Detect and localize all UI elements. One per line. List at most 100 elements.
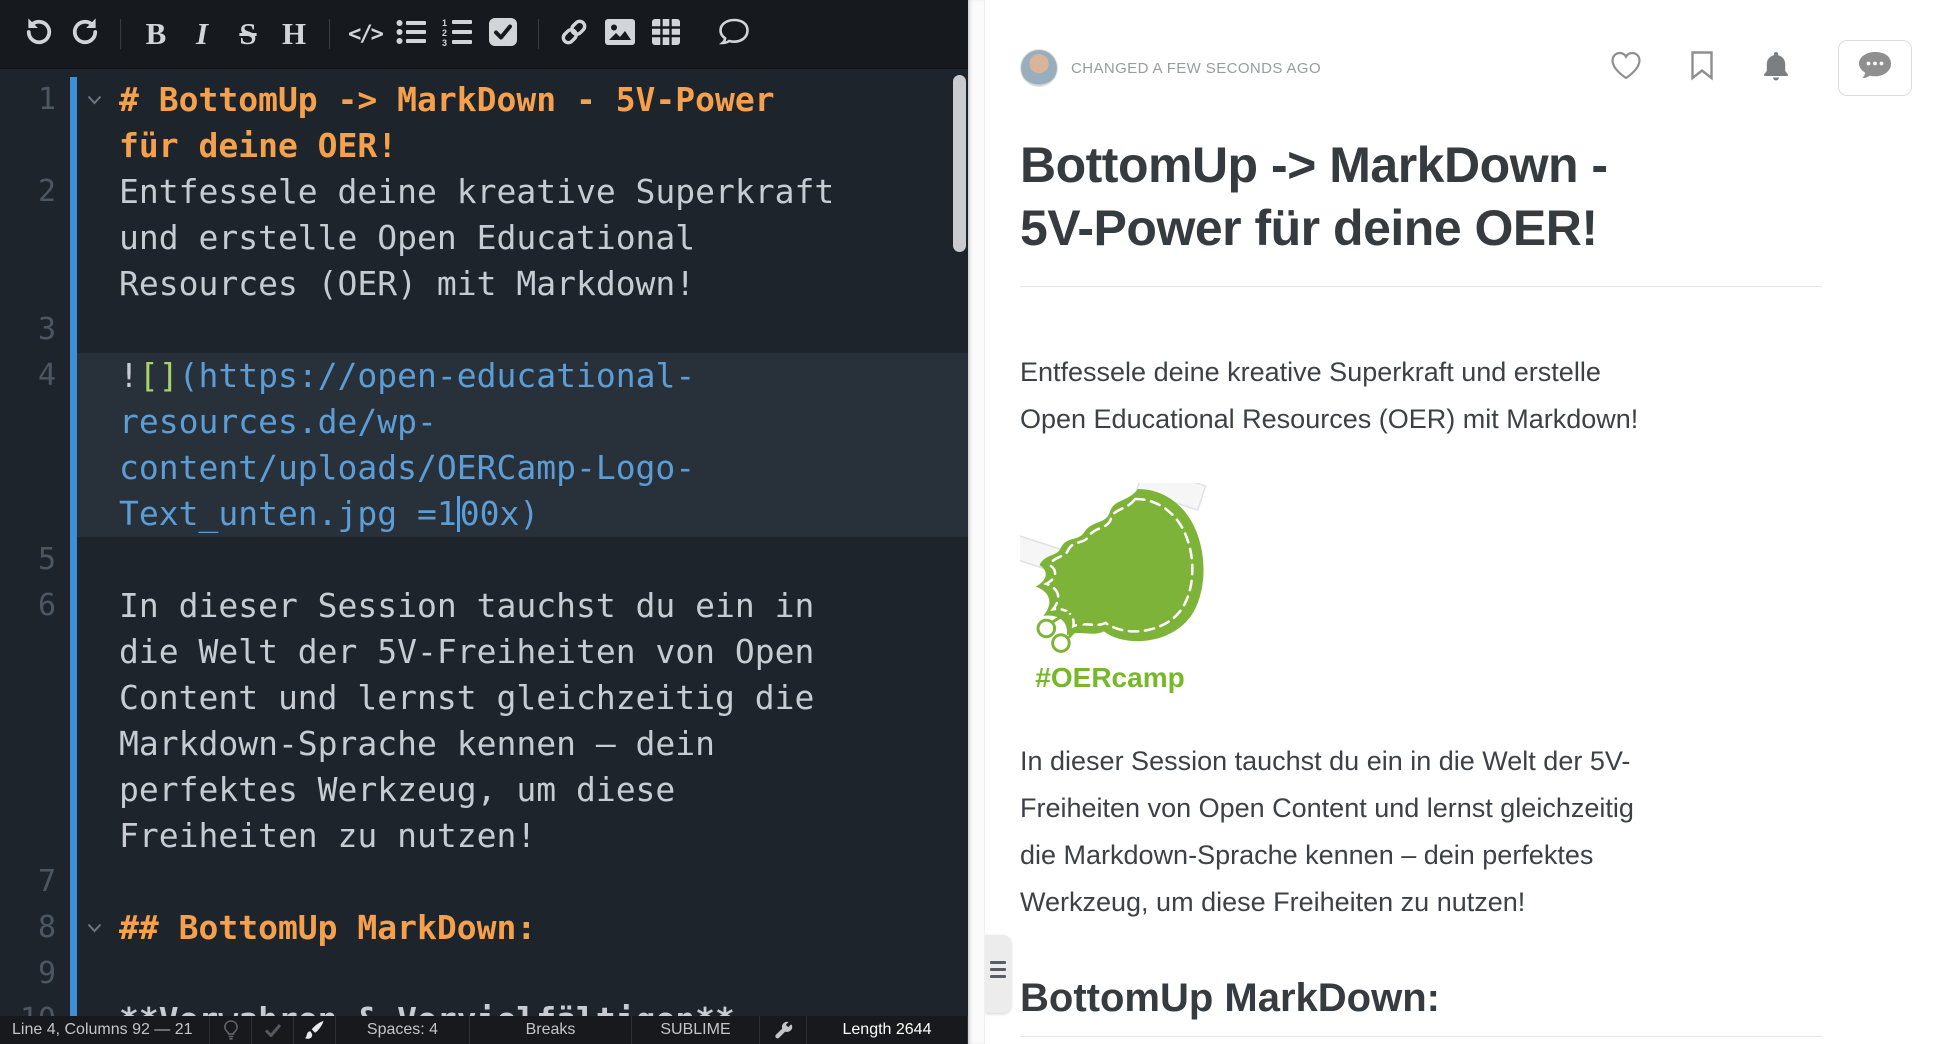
editor-line-8[interactable]: 8 ## BottomUp MarkDown: [0, 905, 968, 951]
bookmark-button[interactable] [1690, 50, 1714, 86]
editor-line-6-wrap0[interactable]: 6In dieser Session tauchst du ein in [0, 583, 968, 629]
heading-button[interactable]: H [271, 10, 317, 58]
notifications-button[interactable] [1762, 50, 1790, 86]
fold-chevron-icon[interactable] [77, 77, 111, 123]
line-number[interactable]: 1 [0, 77, 70, 123]
gutter-change-bar [70, 445, 77, 491]
editor-text: für deine OER! [111, 123, 968, 169]
line-number[interactable] [0, 813, 70, 859]
editor-line-2-wrap1[interactable]: und erstelle Open Educational [0, 215, 968, 261]
editor-line-1-wrap1[interactable]: für deine OER! [0, 123, 968, 169]
toolbar-separator [120, 19, 121, 49]
author-avatar[interactable] [1020, 49, 1058, 87]
comment-button[interactable] [711, 10, 757, 58]
comment-icon [719, 18, 749, 51]
status-lightbulb-icon[interactable] [210, 1016, 252, 1044]
editor-line-6-wrap1[interactable]: die Welt der 5V-Freiheiten von Open [0, 629, 968, 675]
line-number[interactable]: 7 [0, 859, 70, 905]
code-segment: # BottomUp -> MarkDown - 5V-Power [119, 80, 775, 119]
status-spaces-4[interactable]: Spaces: 4 [336, 1016, 470, 1044]
line-number[interactable]: 3 [0, 307, 70, 353]
unordered-list-button[interactable] [388, 10, 434, 58]
editor-code-area[interactable]: 1 # BottomUp -> MarkDown - 5V-Power für de… [0, 69, 968, 1016]
editor-line-5[interactable]: 5 [0, 537, 968, 583]
toc-toggle-handle[interactable] [985, 935, 1011, 1013]
line-number[interactable]: 10 [0, 997, 70, 1016]
code-button[interactable]: </> [342, 10, 388, 58]
line-number[interactable] [0, 629, 70, 675]
code-segment: 00x) [460, 494, 539, 533]
editor-line-4-wrap2[interactable]: content/uploads/OERCamp-Logo- [0, 445, 968, 491]
gutter-change-bar [70, 813, 77, 859]
editor-line-9[interactable]: 9 [0, 951, 968, 997]
code-segment: für deine OER! [119, 126, 397, 165]
line-number[interactable] [0, 767, 70, 813]
line-number[interactable]: 4 [0, 353, 70, 399]
editor-scrollbar-thumb[interactable] [953, 75, 966, 252]
table-icon [652, 19, 680, 50]
editor-line-6-wrap3[interactable]: Markdown-Sprache kennen – dein [0, 721, 968, 767]
undo-button[interactable] [16, 10, 62, 58]
line-number[interactable] [0, 445, 70, 491]
editor-text: perfektes Werkzeug, um diese [111, 767, 968, 813]
gutter-change-bar [70, 629, 77, 675]
editor-text: und erstelle Open Educational [111, 215, 968, 261]
pane-resize-divider[interactable] [968, 0, 985, 1044]
line-number[interactable] [0, 215, 70, 261]
fold-chevron-icon[interactable] [77, 905, 111, 951]
editor-line-6-wrap5[interactable]: Freiheiten zu nutzen! [0, 813, 968, 859]
status-length-2644[interactable]: Length 2644 [807, 1016, 968, 1044]
code-segment: Content und lernst gleichzeitig die [119, 678, 814, 717]
status-breaks[interactable]: Breaks [470, 1016, 632, 1044]
fold-gutter [77, 997, 111, 1016]
editor-line-4-wrap0[interactable]: 4 ![](https://open-educational- [0, 353, 968, 399]
redo-button[interactable] [62, 10, 108, 58]
line-number[interactable]: 8 [0, 905, 70, 951]
status-wrench-icon[interactable] [760, 1016, 807, 1044]
gutter-change-bar [70, 721, 77, 767]
preview-pane: CHANGED A FEW SECONDS AGO [985, 0, 1938, 1044]
fold-gutter [77, 123, 111, 169]
line-number[interactable] [0, 123, 70, 169]
editor-line-6-wrap2[interactable]: Content und lernst gleichzeitig die [0, 675, 968, 721]
editor-line-3[interactable]: 3 [0, 307, 968, 353]
line-number[interactable] [0, 261, 70, 307]
image-button[interactable] [597, 10, 643, 58]
editor-text: ![](https://open-educational- [111, 353, 968, 399]
line-number[interactable] [0, 721, 70, 767]
editor-line-4-wrap3[interactable]: Text_unten.jpg =100x) [0, 491, 968, 537]
table-button[interactable] [643, 10, 689, 58]
line-number[interactable]: 2 [0, 169, 70, 215]
bold-icon: B [146, 16, 167, 52]
italic-button[interactable]: I [179, 10, 225, 58]
status-check-icon[interactable] [252, 1016, 294, 1044]
editor-line-4-wrap1[interactable]: resources.de/wp- [0, 399, 968, 445]
strikethrough-button[interactable]: S [225, 10, 271, 58]
fold-gutter [77, 583, 111, 629]
link-button[interactable] [551, 10, 597, 58]
editor-line-2-wrap0[interactable]: 2Entfessele deine kreative Superkraft [0, 169, 968, 215]
line-number[interactable] [0, 399, 70, 445]
editor-line-2-wrap2[interactable]: Resources (OER) mit Markdown! [0, 261, 968, 307]
task-list-button[interactable] [480, 10, 526, 58]
line-number[interactable]: 5 [0, 537, 70, 583]
editor-line-7[interactable]: 7 [0, 859, 968, 905]
editor-line-1-wrap0[interactable]: 1 # BottomUp -> MarkDown - 5V-Power [0, 77, 968, 123]
status-sublime[interactable]: SUBLIME [632, 1016, 760, 1044]
status-line-4-columns-92-21[interactable]: Line 4, Columns 92 — 21 [0, 1016, 210, 1044]
bold-button[interactable]: B [133, 10, 179, 58]
like-button[interactable] [1610, 51, 1642, 85]
toolbar-separator [538, 19, 539, 49]
line-number[interactable]: 6 [0, 583, 70, 629]
editor-line-10[interactable]: 10**Verwahren & Vervielfältigen** [0, 997, 968, 1016]
editor-line-6-wrap4[interactable]: perfektes Werkzeug, um diese [0, 767, 968, 813]
code-segment: ## BottomUp MarkDown: [119, 908, 536, 947]
line-number[interactable] [0, 675, 70, 721]
line-number[interactable] [0, 491, 70, 537]
bell-icon [1762, 50, 1790, 86]
ordered-list-button[interactable]: 123 [434, 10, 480, 58]
status-brush-icon[interactable] [294, 1016, 336, 1044]
comments-panel-button[interactable] [1838, 40, 1912, 96]
gutter-change-bar [70, 905, 77, 951]
line-number[interactable]: 9 [0, 951, 70, 997]
